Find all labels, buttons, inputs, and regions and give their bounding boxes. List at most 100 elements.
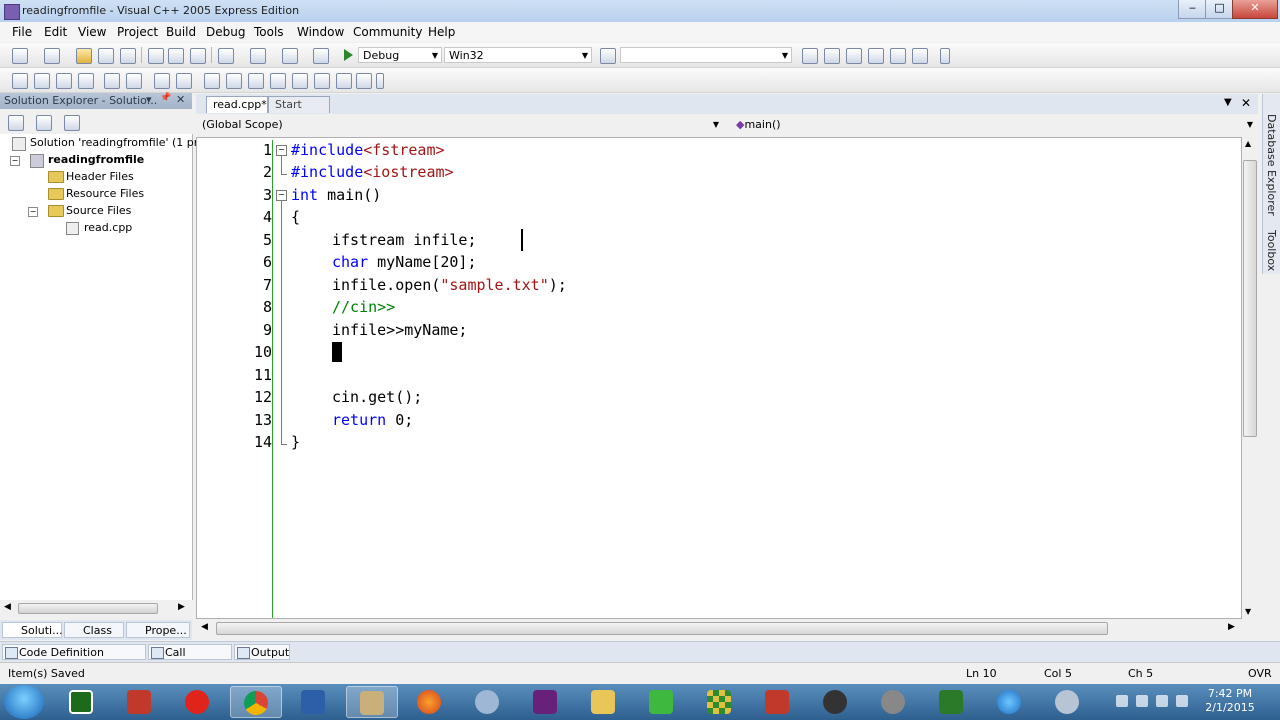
- tab-properties[interactable]: Prope...: [126, 622, 190, 638]
- solution-config-select[interactable]: Debug ▼: [358, 47, 442, 63]
- menu-community[interactable]: Community: [353, 25, 422, 39]
- new-project-icon[interactable]: [12, 48, 28, 64]
- collapse-icon[interactable]: −: [10, 156, 20, 166]
- properties-icon[interactable]: [824, 48, 840, 64]
- undo-icon[interactable]: [218, 48, 234, 64]
- menu-window[interactable]: Window: [297, 25, 344, 39]
- scroll-up-icon[interactable]: ▲: [1245, 139, 1251, 148]
- taskbar-app-ms-project[interactable]: [752, 686, 804, 718]
- scrollbar-thumb[interactable]: [216, 622, 1108, 635]
- menu-debug[interactable]: Debug: [206, 25, 245, 39]
- parameter-info-icon[interactable]: [34, 73, 50, 89]
- cut-icon[interactable]: [148, 48, 164, 64]
- copy-icon[interactable]: [168, 48, 184, 64]
- taskbar-app-ie[interactable]: [984, 686, 1036, 718]
- menu-build[interactable]: Build: [166, 25, 196, 39]
- previous-bookmark-folder-icon[interactable]: [270, 73, 286, 89]
- taskbar-app-opera[interactable]: [172, 686, 224, 718]
- taskbar-app-apple[interactable]: [810, 686, 862, 718]
- close-document-icon[interactable]: ✕: [1241, 96, 1251, 110]
- network-tray-icon[interactable]: [1156, 695, 1168, 707]
- solution-horizontal-scrollbar[interactable]: ◀ ▶: [0, 600, 192, 616]
- next-bookmark-folder-icon[interactable]: [292, 73, 308, 89]
- tab-solution-explorer[interactable]: Soluti...: [2, 622, 63, 638]
- save-all-icon[interactable]: [120, 48, 136, 64]
- menu-tools[interactable]: Tools: [254, 25, 284, 39]
- menu-file[interactable]: File: [12, 25, 32, 39]
- tab-call-browser[interactable]: Call Browser: [148, 644, 232, 675]
- taskbar-app-firefox[interactable]: [404, 686, 456, 718]
- scope-select[interactable]: (Global Scope) ▼: [198, 117, 722, 133]
- taskbar-app-visual-cpp[interactable]: [346, 686, 398, 718]
- tab-class-view[interactable]: Class ...: [64, 622, 124, 653]
- tree-folder-resource-files[interactable]: Resource Files: [66, 187, 144, 200]
- start-button-icon[interactable]: [4, 685, 44, 719]
- code-line-3[interactable]: int main(): [291, 186, 381, 204]
- start-page-icon[interactable]: [890, 48, 906, 64]
- database-explorer-tab[interactable]: Database Explorer: [1265, 114, 1278, 216]
- next-bookmark-icon[interactable]: [248, 73, 264, 89]
- close-button[interactable]: ✕: [1232, 0, 1278, 19]
- volume-icon[interactable]: [1136, 695, 1148, 707]
- collapse-region-icon[interactable]: −: [276, 145, 287, 156]
- uncomment-lines-icon[interactable]: [176, 73, 192, 89]
- toolbar-options-icon[interactable]: [376, 73, 384, 89]
- code-line-12[interactable]: cin.get();: [332, 388, 422, 406]
- taskbar-app-code-blocks[interactable]: [56, 686, 108, 718]
- scrollbar-thumb[interactable]: [1243, 160, 1257, 437]
- tab-start-page[interactable]: Start Page: [268, 96, 330, 127]
- menu-edit[interactable]: Edit: [44, 25, 67, 39]
- tab-code-definition-window[interactable]: Code Definition Window: [2, 644, 146, 675]
- taskbar-app-c[interactable]: [868, 686, 920, 718]
- save-icon[interactable]: [98, 48, 114, 64]
- app-icon[interactable]: [4, 4, 20, 20]
- code-line-13[interactable]: return 0;: [332, 411, 413, 429]
- tray-arrow-icon[interactable]: [1116, 695, 1128, 707]
- maximize-button[interactable]: □: [1205, 0, 1234, 19]
- tab-read-cpp[interactable]: read.cpp*: [206, 96, 268, 113]
- toolbox-icon[interactable]: [868, 48, 884, 64]
- window-layout-icon[interactable]: [912, 48, 928, 64]
- panel-close-icon[interactable]: ✕: [176, 93, 185, 106]
- tab-output[interactable]: Output: [234, 644, 290, 660]
- navigate-backward-icon[interactable]: [282, 48, 298, 64]
- previous-bookmark-document-icon[interactable]: [314, 73, 330, 89]
- taskbar-app-chrome[interactable]: [230, 686, 282, 718]
- active-files-dropdown-icon[interactable]: ▼: [1224, 97, 1232, 108]
- tree-folder-source-files[interactable]: Source Files: [66, 204, 131, 217]
- previous-bookmark-icon[interactable]: [226, 73, 242, 89]
- collapse-icon[interactable]: −: [28, 207, 38, 217]
- next-bookmark-document-icon[interactable]: [336, 73, 352, 89]
- decrease-indent-icon[interactable]: [104, 73, 120, 89]
- code-line-14[interactable]: }: [291, 433, 300, 451]
- scroll-right-icon[interactable]: ▶: [1228, 622, 1235, 632]
- find-combo[interactable]: ▼: [620, 47, 792, 63]
- tree-solution[interactable]: Solution 'readingfromfile' (1 proj: [30, 136, 208, 149]
- properties-icon[interactable]: [8, 115, 24, 131]
- code-editor[interactable]: [196, 137, 1242, 619]
- refresh-icon[interactable]: [64, 115, 80, 131]
- object-browser-icon[interactable]: [846, 48, 862, 64]
- tree-project[interactable]: readingfromfile: [48, 153, 144, 166]
- taskbar-app-network[interactable]: [1042, 686, 1094, 718]
- taskbar-app-paint[interactable]: [114, 686, 166, 718]
- solution-explorer-icon[interactable]: [802, 48, 818, 64]
- code-line-7[interactable]: infile.open("sample.txt");: [332, 276, 567, 294]
- tree-folder-header-files[interactable]: Header Files: [66, 170, 134, 183]
- code-line-2[interactable]: #include<iostream>: [291, 163, 454, 181]
- open-file-icon[interactable]: [76, 48, 92, 64]
- clear-bookmarks-icon[interactable]: [356, 73, 372, 89]
- taskbar-clock[interactable]: 7:42 PM 2/1/2015: [1200, 687, 1260, 715]
- menu-project[interactable]: Project: [117, 25, 158, 39]
- taskbar-app-visual-studio[interactable]: [520, 686, 572, 718]
- member-list-icon[interactable]: [12, 73, 28, 89]
- taskbar-app-chess[interactable]: [694, 686, 746, 718]
- tree-file-read-cpp[interactable]: read.cpp: [84, 221, 132, 234]
- menu-view[interactable]: View: [78, 25, 106, 39]
- comment-lines-icon[interactable]: [154, 73, 170, 89]
- complete-word-icon[interactable]: [78, 73, 94, 89]
- code-line-4[interactable]: {: [291, 208, 300, 226]
- scroll-left-icon[interactable]: ◀: [4, 602, 11, 612]
- quick-info-icon[interactable]: [56, 73, 72, 89]
- redo-icon[interactable]: [250, 48, 266, 64]
